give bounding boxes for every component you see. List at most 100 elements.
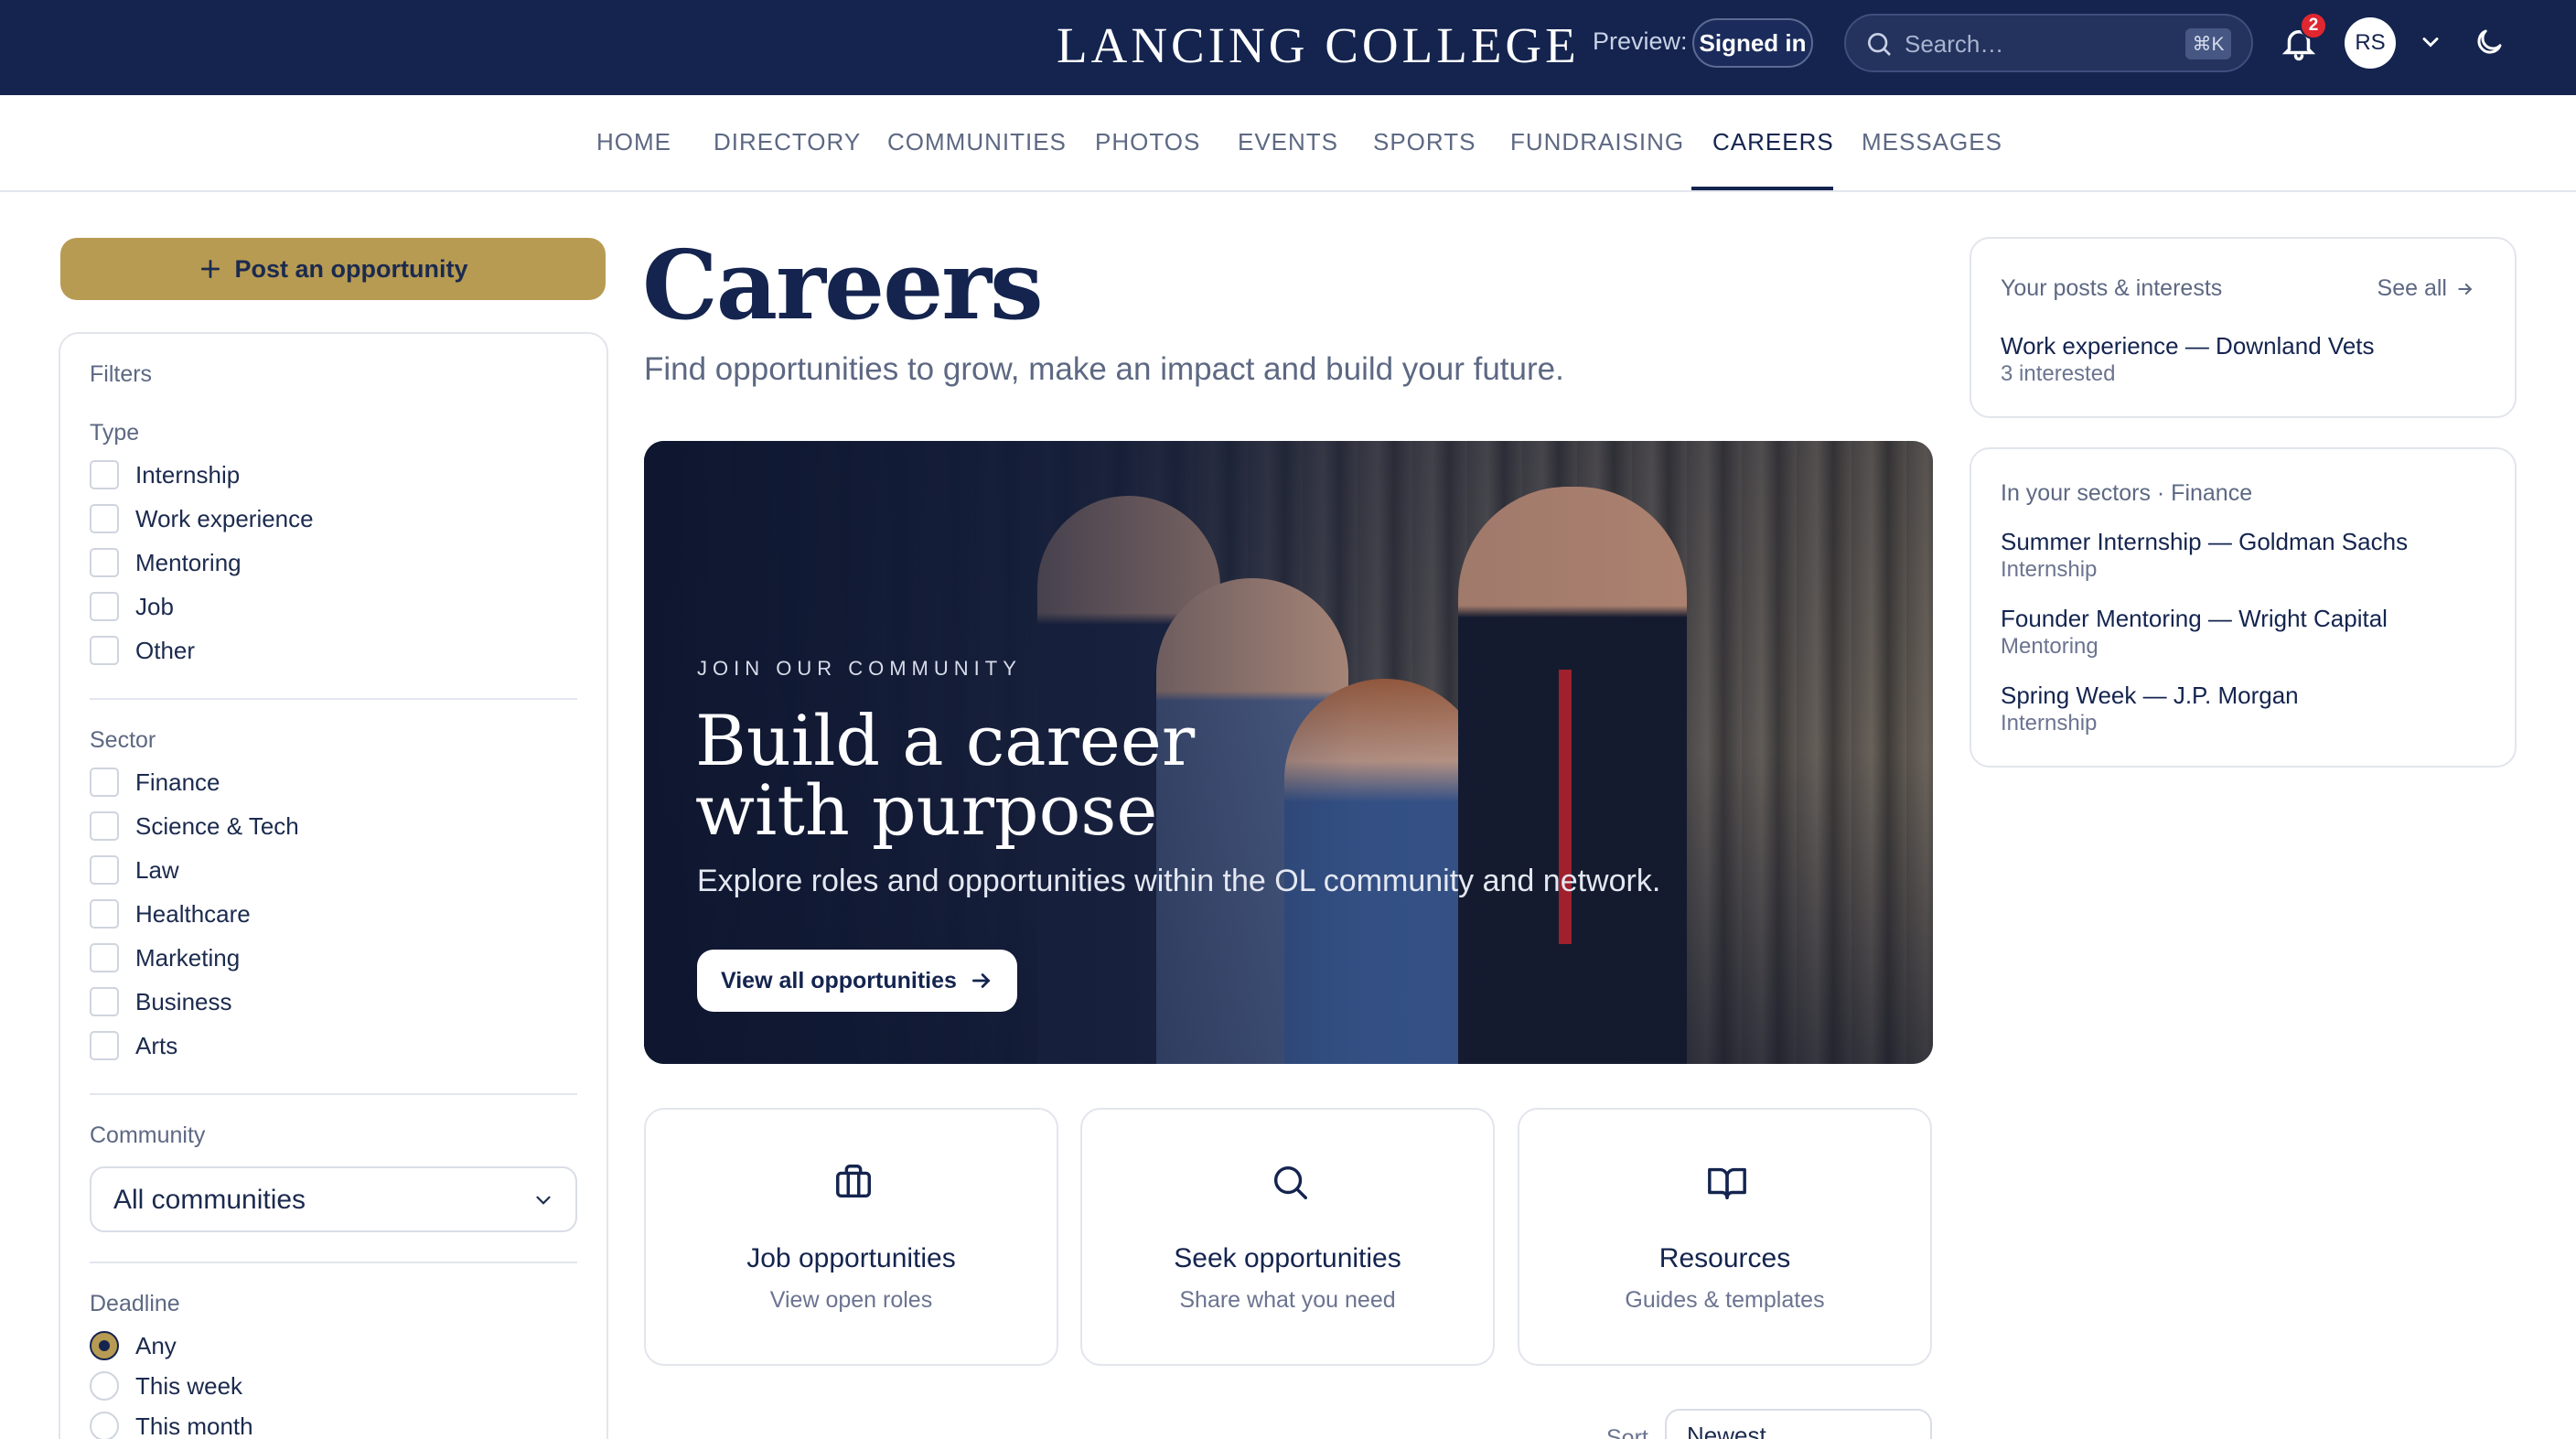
your-posts-panel: Your posts & interests See all Work expe…	[1970, 237, 2517, 418]
sector-option-arts[interactable]: Arts	[90, 1031, 177, 1060]
type-option-mentoring[interactable]: Mentoring	[90, 548, 242, 577]
option-label: Work experience	[135, 504, 314, 532]
checkbox[interactable]	[90, 548, 119, 577]
preview-state-toggle[interactable]: Signed in	[1692, 18, 1813, 68]
checkbox[interactable]	[90, 899, 119, 929]
card-subtitle: View open roles	[769, 1287, 933, 1313]
main-nav: HOME DIRECTORY COMMUNITIES PHOTOS EVENTS…	[0, 95, 2576, 192]
nav-item-directory[interactable]: DIRECTORY	[714, 128, 861, 156]
arrow-right-icon	[2458, 283, 2473, 295]
notification-badge: 2	[2300, 12, 2327, 39]
radio-button[interactable]	[90, 1331, 119, 1360]
checkbox[interactable]	[90, 855, 119, 885]
option-label: Healthcare	[135, 899, 251, 928]
option-label: This week	[135, 1371, 243, 1400]
hero-kicker: JOIN OUR COMMUNITY	[697, 657, 1022, 680]
divider	[90, 698, 577, 700]
hero-title: Build a career with purpose	[695, 706, 1195, 845]
card-title: Resources	[1658, 1243, 1791, 1273]
community-select[interactable]: All communities	[90, 1166, 577, 1232]
resources-card[interactable]: Resources Guides & templates	[1518, 1108, 1932, 1366]
sector-item-meta: Internship	[2001, 557, 2098, 582]
nav-item-sports[interactable]: SPORTS	[1373, 128, 1476, 156]
nav-item-photos[interactable]: PHOTOS	[1095, 128, 1200, 156]
radio-button[interactable]	[90, 1412, 119, 1439]
sort-label: Sort	[1606, 1425, 1648, 1439]
sector-option-science-tech[interactable]: Science & Tech	[90, 811, 299, 841]
nav-item-home[interactable]: HOME	[596, 128, 671, 156]
option-label: Mentoring	[135, 548, 242, 576]
checkbox[interactable]	[90, 987, 119, 1016]
deadline-option-this-week[interactable]: This week	[90, 1371, 242, 1401]
option-label: Marketing	[135, 943, 241, 972]
option-label: Any	[135, 1331, 177, 1359]
sector-option-law[interactable]: Law	[90, 855, 179, 885]
view-all-opportunities-button[interactable]: View all opportunities	[697, 950, 1017, 1012]
active-tab-indicator	[1691, 187, 1833, 190]
brand-logo[interactable]: LANCING COLLEGE	[1057, 16, 1580, 74]
sector-item-meta: Mentoring	[2001, 634, 2098, 659]
plus-icon	[200, 259, 220, 279]
deadline-option-any[interactable]: Any	[90, 1331, 177, 1360]
option-label: Job	[135, 592, 174, 620]
deadline-filter-title: Deadline	[90, 1291, 180, 1316]
sector-item-title[interactable]: Founder Mentoring — Wright Capital	[2001, 605, 2388, 633]
option-label: Finance	[135, 768, 220, 796]
type-option-work-experience[interactable]: Work experience	[90, 504, 314, 533]
sort-select[interactable]: Newest	[1665, 1409, 1932, 1439]
checkbox[interactable]	[90, 768, 119, 797]
sector-option-healthcare[interactable]: Healthcare	[90, 899, 251, 929]
checkbox[interactable]	[90, 504, 119, 533]
top-bar: LANCING COLLEGE Preview: Signed in Searc…	[0, 0, 2576, 95]
hero-title-line: with purpose	[695, 769, 1158, 851]
option-label: Internship	[135, 460, 241, 489]
page-title: Careers	[642, 229, 1044, 341]
sector-item-title[interactable]: Spring Week — J.P. Morgan	[2001, 682, 2299, 710]
type-option-job[interactable]: Job	[90, 592, 174, 621]
avatar[interactable]: RS	[2345, 17, 2396, 69]
option-label: Arts	[135, 1031, 178, 1059]
option-label: Other	[135, 636, 196, 664]
hero-description: Explore roles and opportunities within t…	[697, 864, 1661, 898]
checkbox[interactable]	[90, 943, 119, 972]
checkbox[interactable]	[90, 636, 119, 665]
post-opportunity-button[interactable]: Post an opportunity	[60, 238, 606, 300]
sector-option-business[interactable]: Business	[90, 987, 232, 1016]
filters-title: Filters	[90, 361, 153, 387]
nav-item-events[interactable]: EVENTS	[1238, 128, 1338, 156]
arrow-right-icon	[971, 973, 991, 988]
search-shortcut: ⌘K	[2185, 28, 2231, 59]
moon-icon[interactable]	[2473, 26, 2506, 59]
search-input[interactable]: Search…	[1905, 30, 2003, 59]
type-option-other[interactable]: Other	[90, 636, 195, 665]
checkbox[interactable]	[90, 811, 119, 841]
sector-option-marketing[interactable]: Marketing	[90, 943, 240, 972]
option-label: This month	[135, 1412, 253, 1439]
sector-option-finance[interactable]: Finance	[90, 768, 220, 797]
checkbox[interactable]	[90, 460, 119, 489]
type-option-internship[interactable]: Internship	[90, 460, 240, 489]
sector-item-title[interactable]: Summer Internship — Goldman Sachs	[2001, 528, 2408, 556]
chevron-down-icon[interactable]	[2418, 29, 2443, 55]
seek-opportunities-card[interactable]: Seek opportunities Share what you need	[1080, 1108, 1495, 1366]
card-title: Seek opportunities	[1174, 1243, 1401, 1273]
nav-item-fundraising[interactable]: FUNDRAISING	[1510, 128, 1684, 156]
post-item-title[interactable]: Work experience — Downland Vets	[2001, 332, 2375, 360]
filters-panel: Filters Type Internship Work experience …	[59, 332, 608, 1439]
see-all-link[interactable]: See all	[2377, 275, 2474, 302]
deadline-option-this-month[interactable]: This month	[90, 1412, 253, 1439]
search-bar[interactable]: Search… ⌘K	[1844, 14, 2253, 72]
preview-label: Preview:	[1593, 27, 1688, 55]
option-label: Science & Tech	[135, 811, 299, 840]
job-opportunities-card[interactable]: Job opportunities View open roles	[644, 1108, 1058, 1366]
nav-item-communities[interactable]: COMMUNITIES	[887, 128, 1067, 156]
nav-item-careers[interactable]: CAREERS	[1712, 128, 1834, 156]
post-item-meta: 3 interested	[2001, 361, 2116, 386]
panel-title: Your posts & interests	[2001, 275, 2223, 301]
checkbox[interactable]	[90, 592, 119, 621]
community-filter-title: Community	[90, 1122, 206, 1148]
type-filter-title: Type	[90, 420, 140, 446]
checkbox[interactable]	[90, 1031, 119, 1060]
nav-item-messages[interactable]: MESSAGES	[1862, 128, 2002, 156]
radio-button[interactable]	[90, 1371, 119, 1401]
